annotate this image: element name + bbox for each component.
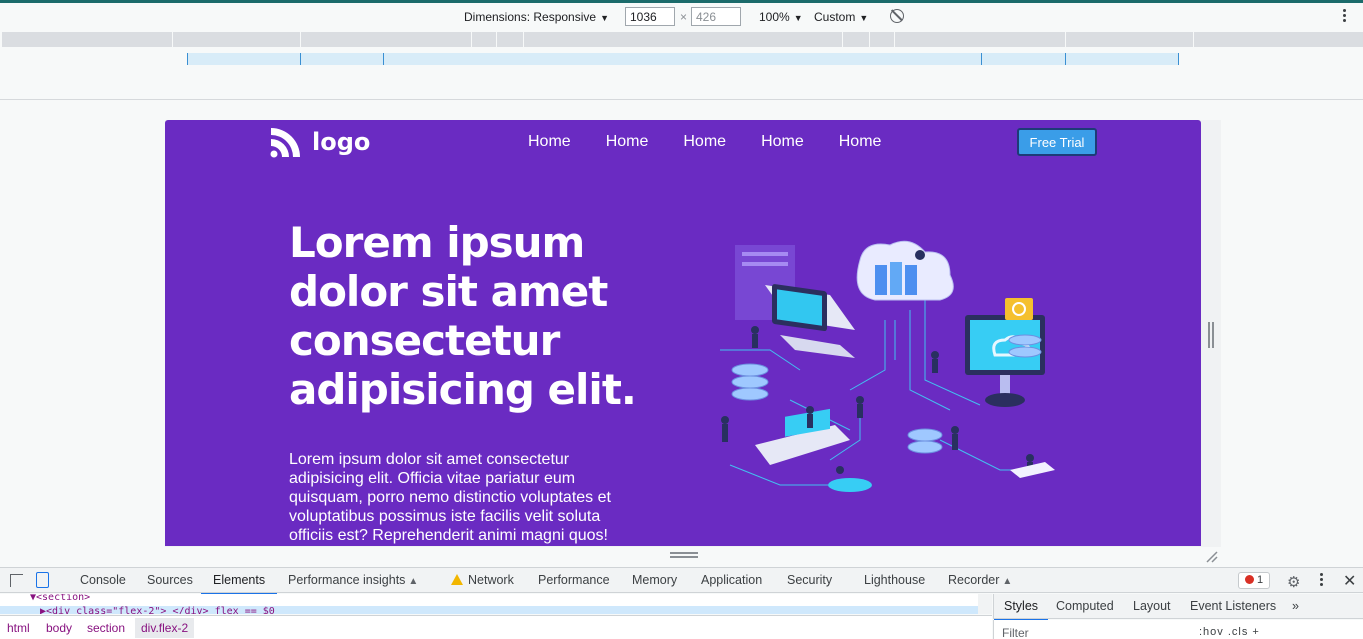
site-logo[interactable]: logo [268,124,370,160]
tab-recorder[interactable]: Recorder ▲ [948,573,1012,587]
tab-performance-insights[interactable]: Performance insights ▲ [288,573,418,587]
throttle-dropdown[interactable]: Custom ▼ [814,10,868,24]
more-options-icon[interactable] [1320,573,1323,588]
tab-styles[interactable]: Styles [993,599,1049,621]
height-input[interactable] [691,7,741,26]
dom-node-selected[interactable]: ▶<div class="flex-2"> </div> flex == $0 [0,606,978,614]
tab-network[interactable]: Network [451,573,514,587]
nav-link-home[interactable]: Home [761,133,804,151]
nav-link-home[interactable]: Home [839,133,882,151]
hero-text: Lorem ipsum dolor sit amet consectetur a… [289,451,611,544]
rss-logo-icon [270,128,300,158]
tab-sources[interactable]: Sources [147,573,193,587]
gear-icon[interactable]: ⚙ [1287,573,1300,591]
close-icon[interactable]: ✕ [1343,571,1356,591]
rotate-icon[interactable] [890,9,904,23]
tab-console[interactable]: Console [80,573,126,587]
dom-scrollbar[interactable] [978,594,992,614]
tab-security[interactable]: Security [787,573,832,587]
tab-computed[interactable]: Computed [1056,599,1114,613]
styles-sidebar-tabs: Styles Computed Layout Event Listeners » [993,594,1363,621]
resize-handle-vertical[interactable] [1208,322,1214,348]
chevron-right-icon[interactable]: » [1292,599,1299,613]
more-options-icon[interactable] [1343,9,1347,25]
cloud-network-illustration [720,240,1055,492]
flask-icon: ▲ [408,576,419,587]
logo-text: logo [312,128,371,156]
free-trial-button[interactable]: Free Trial [1017,128,1097,156]
tab-lighthouse[interactable]: Lighthouse [864,573,925,587]
dimensions-dropdown[interactable]: Dimensions: Responsive ▼ [464,10,609,24]
caret-down-icon: ▼ [859,13,869,23]
device-toggle-icon[interactable] [36,572,49,588]
caret-down-icon: ▼ [793,13,803,23]
ruler-bar [187,53,1179,65]
nav-link-home[interactable]: Home [528,133,571,151]
flask-icon: ▲ [1002,576,1013,587]
devtools-tabbar: Console Sources Elements Performance ins… [0,567,1363,595]
media-query-bar[interactable] [2,32,1363,47]
zoom-dropdown[interactable]: 100% ▼ [759,10,803,24]
tab-performance[interactable]: Performance [538,573,610,587]
devtools-window: Dimensions: Responsive▼ × 100%▼ Custom▼ … [0,0,1363,639]
error-icon [1245,575,1254,584]
tab-application[interactable]: Application [701,573,762,587]
error-count-badge[interactable]: 1 [1238,572,1271,589]
device-toolbar: Dimensions: Responsive▼ × 100%▼ Custom▼ [0,3,1363,31]
breadcrumb-div[interactable]: div.flex-2 [135,618,195,638]
tab-layout[interactable]: Layout [1133,599,1171,613]
main-nav: Home Home Home Home Home [528,133,916,151]
breadcrumb-html[interactable]: html [7,621,30,635]
tab-memory[interactable]: Memory [632,573,677,587]
width-input[interactable] [625,7,675,26]
tab-event-listeners[interactable]: Event Listeners [1190,599,1276,613]
styles-filter: Filter :hov .cls + [993,620,1363,639]
resize-handle-horizontal[interactable] [670,552,698,558]
resize-corner-icon[interactable] [1204,549,1218,563]
dom-node-section[interactable]: ▼<section> [30,594,90,603]
emulated-page: logo Home Home Home Home Home Free Trial… [165,120,1201,546]
warning-icon [451,574,463,585]
filter-input[interactable]: Filter [1002,626,1029,639]
dom-tree: ▼<section> ▶<div class="flex-2"> </div> … [0,594,978,614]
divider [0,99,1363,100]
style-tools[interactable]: :hov .cls + [1199,626,1260,638]
breadcrumb-body[interactable]: body [46,621,72,635]
times-sign: × [680,10,688,24]
hero-title: Lorem ipsum dolor sit amet consectetur a… [289,218,637,414]
nav-link-home[interactable]: Home [606,133,649,151]
tab-elements[interactable]: Elements [200,573,278,595]
breadcrumb: html body section div.flex-2 [0,615,992,639]
breadcrumb-section[interactable]: section [87,621,125,635]
inspect-element-icon[interactable] [10,574,23,587]
caret-down-icon: ▼ [600,13,609,23]
nav-link-home[interactable]: Home [683,133,726,151]
